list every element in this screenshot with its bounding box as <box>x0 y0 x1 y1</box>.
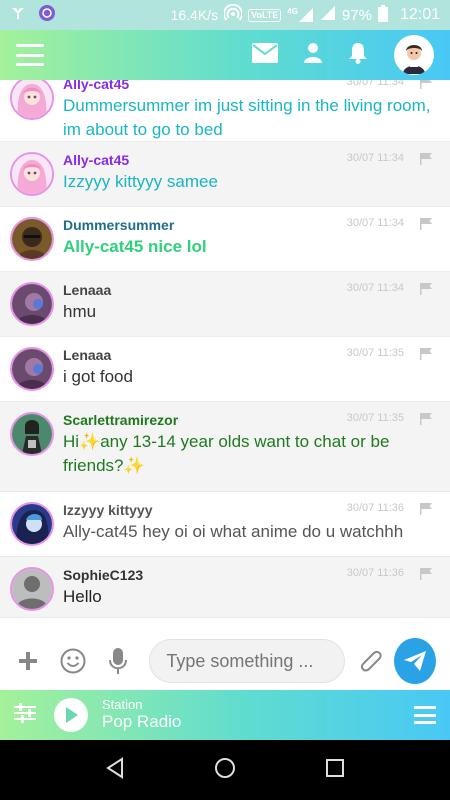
message-body: SophieC123 Hello <box>63 557 440 617</box>
report-flag-icon[interactable] <box>420 567 432 585</box>
report-flag-icon[interactable] <box>420 412 432 430</box>
radio-player: Station Pop Radio <box>0 690 450 740</box>
message-text: Hi✨any 13-14 year olds want to chat or b… <box>63 432 390 475</box>
signal-icon: 4G <box>287 7 314 23</box>
message-text: Hello <box>63 587 102 606</box>
report-flag-icon[interactable] <box>420 347 432 365</box>
system-nav-bar <box>0 740 450 800</box>
message-text: i got food <box>63 367 133 386</box>
user-icon[interactable] <box>304 42 322 68</box>
message-text: Izzyyy kittyyy samee <box>63 172 218 191</box>
user-avatar[interactable] <box>10 567 54 611</box>
recents-icon[interactable] <box>325 758 345 783</box>
chat-message[interactable]: Lenaaa hmu 30/07 11:34 <box>0 272 450 337</box>
message-composer <box>0 632 450 690</box>
message-timestamp: 30/07 11:34 <box>346 217 404 229</box>
chat-message[interactable]: Ally-cat45 Izzyyy kittyyy samee 30/07 11:3… <box>0 142 450 207</box>
report-flag-icon[interactable] <box>420 152 432 170</box>
station-info: Station Pop Radio <box>102 698 181 732</box>
app-header <box>0 30 450 80</box>
play-button[interactable] <box>54 698 88 732</box>
message-timestamp: 30/07 11:36 <box>346 567 404 579</box>
message-text: Ally-cat45 nice lol <box>63 237 207 256</box>
station-list-icon[interactable] <box>414 706 436 724</box>
play-icon <box>66 707 78 723</box>
battery-icon <box>377 4 388 26</box>
message-text: Dummersummer im just sitting in the livi… <box>63 96 431 139</box>
network-speed: 16.4K/s <box>170 7 219 23</box>
back-icon[interactable] <box>105 756 125 784</box>
volte-badge: VoLTE <box>248 8 282 22</box>
message-timestamp: 30/07 11:36 <box>346 502 404 514</box>
equalizer-icon[interactable] <box>14 702 36 728</box>
message-body: Ally-cat45 Dummersummer im just sitting i… <box>63 80 440 141</box>
chat-message[interactable]: SophieC123 Hello 30/07 11:36 <box>0 557 450 618</box>
station-label: Station <box>102 697 143 712</box>
home-icon[interactable] <box>214 757 236 784</box>
bell-icon[interactable] <box>348 42 368 69</box>
user-avatar[interactable] <box>10 412 54 456</box>
user-avatar[interactable] <box>10 80 54 120</box>
send-button[interactable] <box>394 638 436 684</box>
notification-app-icon <box>10 5 26 25</box>
microphone-icon[interactable] <box>104 646 131 676</box>
send-icon <box>404 651 427 671</box>
mail-icon[interactable] <box>252 42 278 68</box>
user-avatar[interactable] <box>10 152 54 196</box>
report-flag-icon[interactable] <box>420 217 432 235</box>
message-text: hmu <box>63 302 97 321</box>
user-avatar[interactable] <box>10 282 54 326</box>
user-avatar[interactable] <box>10 347 54 391</box>
chat-message[interactable]: Izzyyy kittyyy Ally-cat45 hey oi oi what … <box>0 492 450 557</box>
notification-circle-icon <box>38 4 56 26</box>
chat-message[interactable]: Ally-cat45 Dummersummer im just sitting i… <box>0 80 450 142</box>
status-bar: 16.4K/s VoLTE 4G 97% 12:01 <box>0 0 450 30</box>
message-timestamp: 30/07 11:35 <box>346 347 404 359</box>
chat-message[interactable]: Scarlettramirezor Hi✨any 13-14 year olds … <box>0 402 450 492</box>
chat-message[interactable]: Dummersummer Ally-cat45 nice lol 30/07 11:… <box>0 207 450 272</box>
message-input[interactable] <box>149 639 346 683</box>
message-timestamp: 30/07 11:35 <box>346 412 404 424</box>
emoji-icon[interactable] <box>59 646 86 676</box>
station-name: Pop Radio <box>102 712 182 731</box>
clock: 12:01 <box>399 6 440 23</box>
report-flag-icon[interactable] <box>420 282 432 300</box>
report-flag-icon[interactable] <box>420 80 432 94</box>
user-avatar[interactable] <box>10 502 54 546</box>
message-timestamp: 30/07 11:34 <box>346 80 404 88</box>
report-flag-icon[interactable] <box>420 502 432 520</box>
signal-icon-2 <box>320 5 336 25</box>
hotspot-icon <box>223 3 243 26</box>
message-text: Ally-cat45 hey oi oi what anime do u wat… <box>63 522 404 541</box>
chat-message[interactable]: Lenaaa i got food 30/07 11:35 <box>0 337 450 402</box>
plus-icon[interactable] <box>14 646 41 676</box>
user-avatar[interactable] <box>10 217 54 261</box>
profile-avatar[interactable] <box>394 35 434 75</box>
message-timestamp: 30/07 11:34 <box>346 282 404 294</box>
attachment-icon[interactable] <box>357 646 384 676</box>
signal-type: 4G <box>287 7 298 16</box>
chat-messages[interactable]: Ally-cat45 Dummersummer im just sitting i… <box>0 80 450 632</box>
battery-level: 97% <box>341 6 372 24</box>
menu-icon[interactable] <box>16 44 44 66</box>
message-timestamp: 30/07 11:34 <box>346 152 404 164</box>
